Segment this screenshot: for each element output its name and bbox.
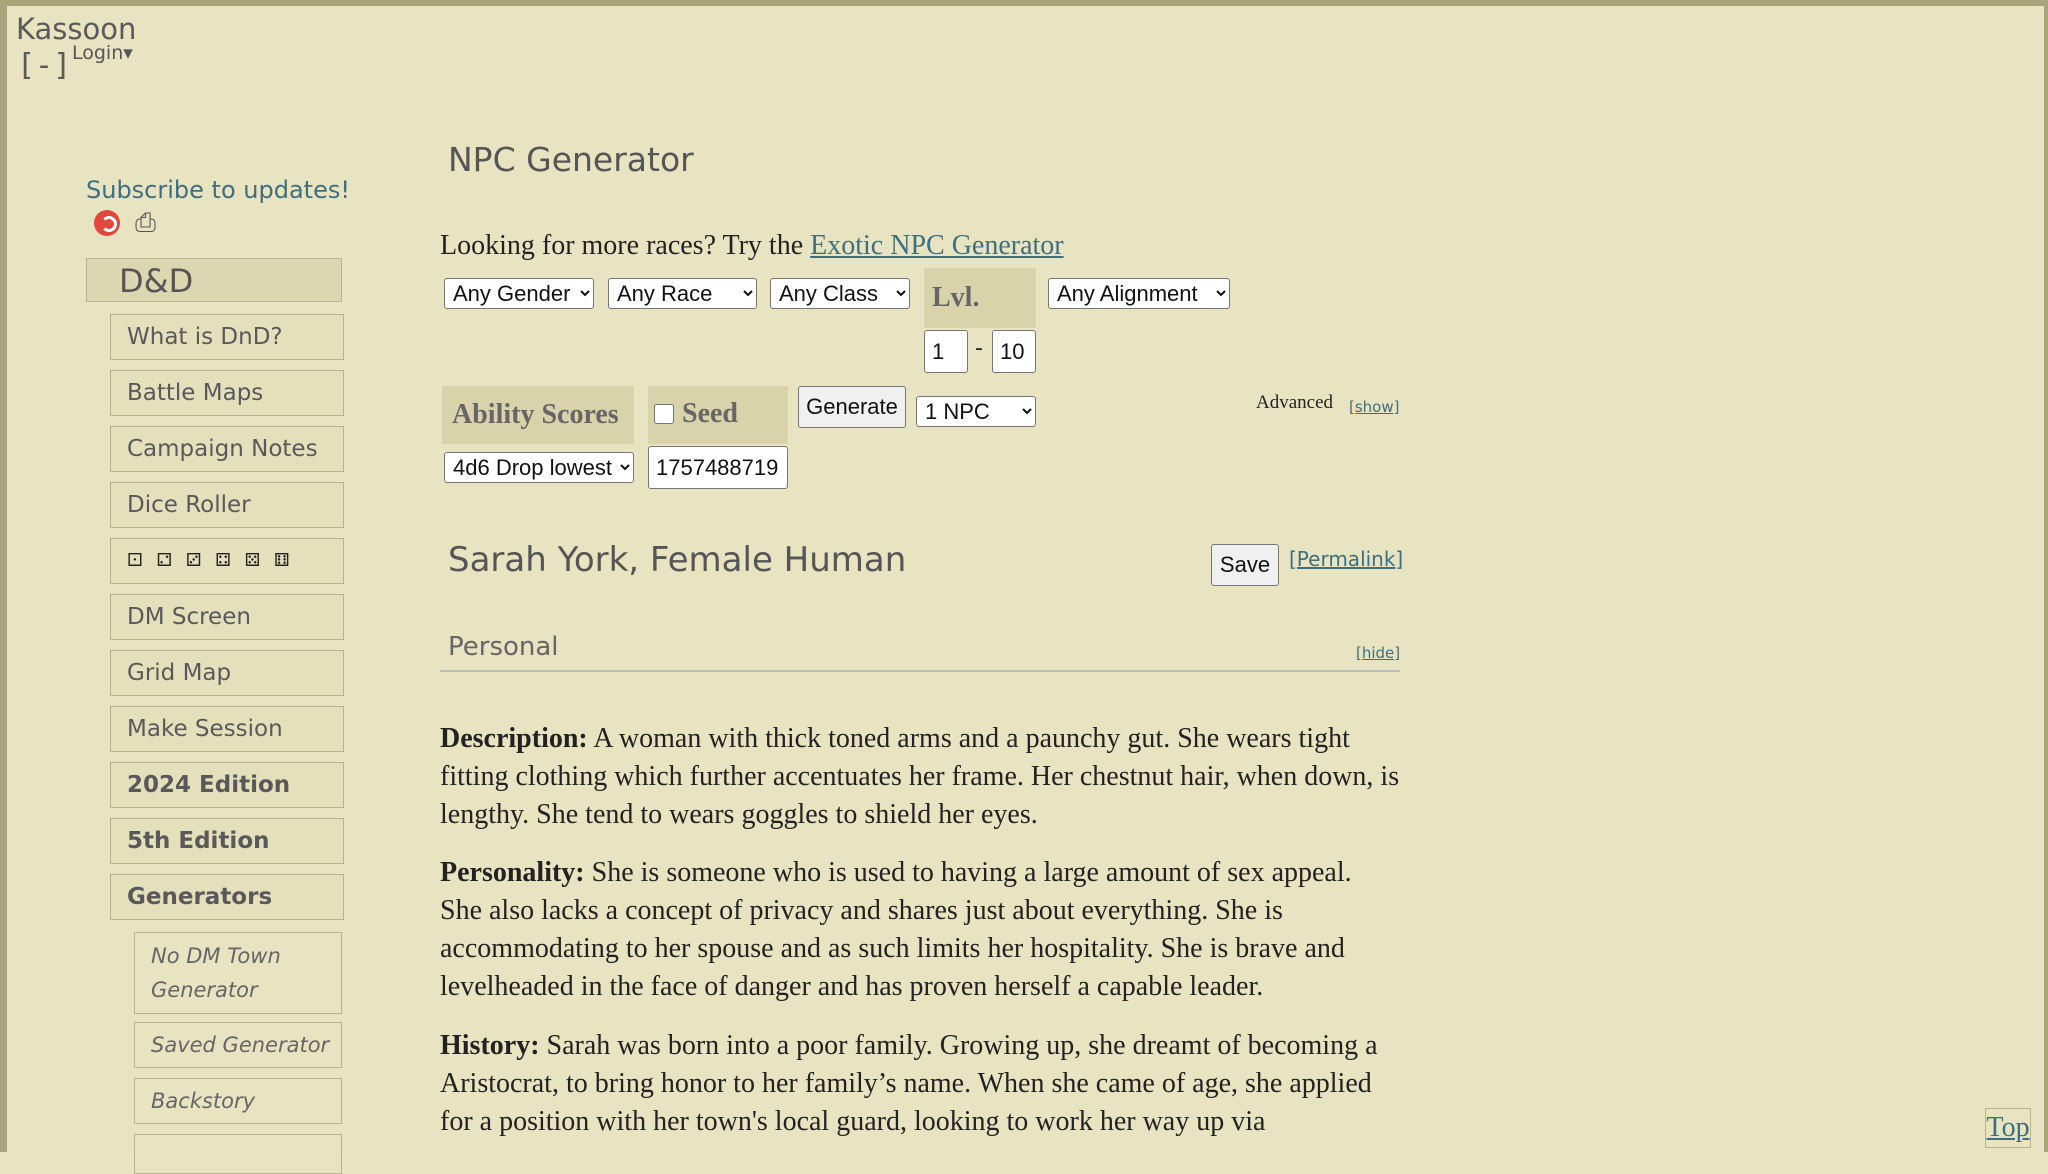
npc-name: Sarah York, Female Human: [448, 540, 907, 580]
sidebar-item-make-session[interactable]: Make Session: [110, 706, 344, 752]
dice-icons[interactable]: ⚀ ⚁ ⚂ ⚃ ⚄ ⚅: [110, 538, 344, 584]
main-content: NPC Generator Looking for more races? Tr…: [440, 0, 1403, 1152]
npc-count-select[interactable]: 1 NPC: [916, 396, 1036, 427]
seed-checkbox[interactable]: [654, 404, 674, 424]
login-menu[interactable]: Login▾: [72, 42, 133, 64]
sidebar-sub-more[interactable]: [134, 1134, 342, 1174]
ability-scores-label: Ability Scores: [442, 386, 634, 444]
sidebar-item-dm-screen[interactable]: DM Screen: [110, 594, 344, 640]
page-title: NPC Generator: [448, 140, 694, 179]
patreon-icon[interactable]: [94, 210, 120, 236]
back-to-top-link[interactable]: Top: [1985, 1108, 2031, 1148]
alignment-select[interactable]: Any Alignment: [1048, 278, 1230, 309]
history-text: Sarah was born into a poor family. Growi…: [440, 1030, 1378, 1137]
sidebar-item-5th-edition[interactable]: 5th Edition: [110, 818, 344, 864]
seed-box: Seed: [648, 386, 788, 444]
class-select[interactable]: Any Class: [770, 278, 910, 309]
sidebar-sub-no-dm-town[interactable]: No DM Town Generator: [134, 932, 342, 1014]
personality-paragraph: Personality: She is someone who is used …: [440, 854, 1400, 1006]
permalink-link[interactable]: [Permalink]: [1289, 547, 1403, 571]
sidebar-item-what-is-dnd[interactable]: What is DnD?: [110, 314, 344, 360]
social-icons: ⎙: [94, 210, 156, 240]
seed-label: Seed: [682, 398, 738, 429]
sidebar-item-2024-edition[interactable]: 2024 Edition: [110, 762, 344, 808]
history-paragraph: History: Sarah was born into a poor fami…: [440, 1027, 1400, 1141]
site-brand[interactable]: Kassoon: [16, 12, 136, 46]
sidebar-item-generators[interactable]: Generators: [110, 874, 344, 920]
advanced-label: Advanced: [1256, 392, 1334, 413]
promo-text: Looking for more races? Try the: [440, 230, 811, 261]
description-paragraph: Description: A woman with thick toned ar…: [440, 720, 1400, 834]
advanced-show-link[interactable]: [show]: [1349, 398, 1399, 416]
sidebar-item-campaign-notes[interactable]: Campaign Notes: [110, 426, 344, 472]
level-max-input[interactable]: [992, 330, 1036, 373]
promo-line: Looking for more races? Try the Exotic N…: [440, 230, 1064, 262]
print-icon[interactable]: ⎙: [135, 210, 156, 236]
history-label: History:: [440, 1030, 540, 1061]
level-label: Lvl.: [924, 268, 1036, 328]
sidebar-head-dnd[interactable]: D&D: [86, 258, 342, 302]
level-separator: -: [975, 336, 983, 361]
exotic-npc-link[interactable]: Exotic NPC Generator: [810, 230, 1064, 261]
subscribe-link[interactable]: Subscribe to updates!: [86, 176, 350, 204]
level-min-input[interactable]: [924, 330, 968, 373]
personality-label: Personality:: [440, 857, 585, 888]
save-button[interactable]: Save: [1211, 544, 1279, 586]
sidebar-sub-saved-generator[interactable]: Saved Generator: [134, 1022, 342, 1068]
sidebar-item-grid-map[interactable]: Grid Map: [110, 650, 344, 696]
race-select[interactable]: Any Race: [608, 278, 757, 309]
generate-button[interactable]: Generate: [798, 386, 906, 428]
section-divider: [440, 670, 1400, 672]
ability-method-select[interactable]: 4d6 Drop lowest: [444, 452, 634, 483]
section-personal: Personal: [448, 632, 559, 662]
seed-input[interactable]: [648, 446, 788, 489]
sidebar: D&D What is DnD? Battle Maps Campaign No…: [86, 258, 344, 1174]
sidebar-item-dice-roller[interactable]: Dice Roller: [110, 482, 344, 528]
section-hide-link[interactable]: [hide]: [1356, 644, 1400, 662]
description-label: Description:: [440, 723, 588, 754]
sidebar-item-battle-maps[interactable]: Battle Maps: [110, 370, 344, 416]
gender-select[interactable]: Any Gender: [444, 278, 594, 309]
collapse-toggle[interactable]: [-]: [17, 48, 71, 83]
sidebar-sub-backstory[interactable]: Backstory: [134, 1078, 342, 1124]
